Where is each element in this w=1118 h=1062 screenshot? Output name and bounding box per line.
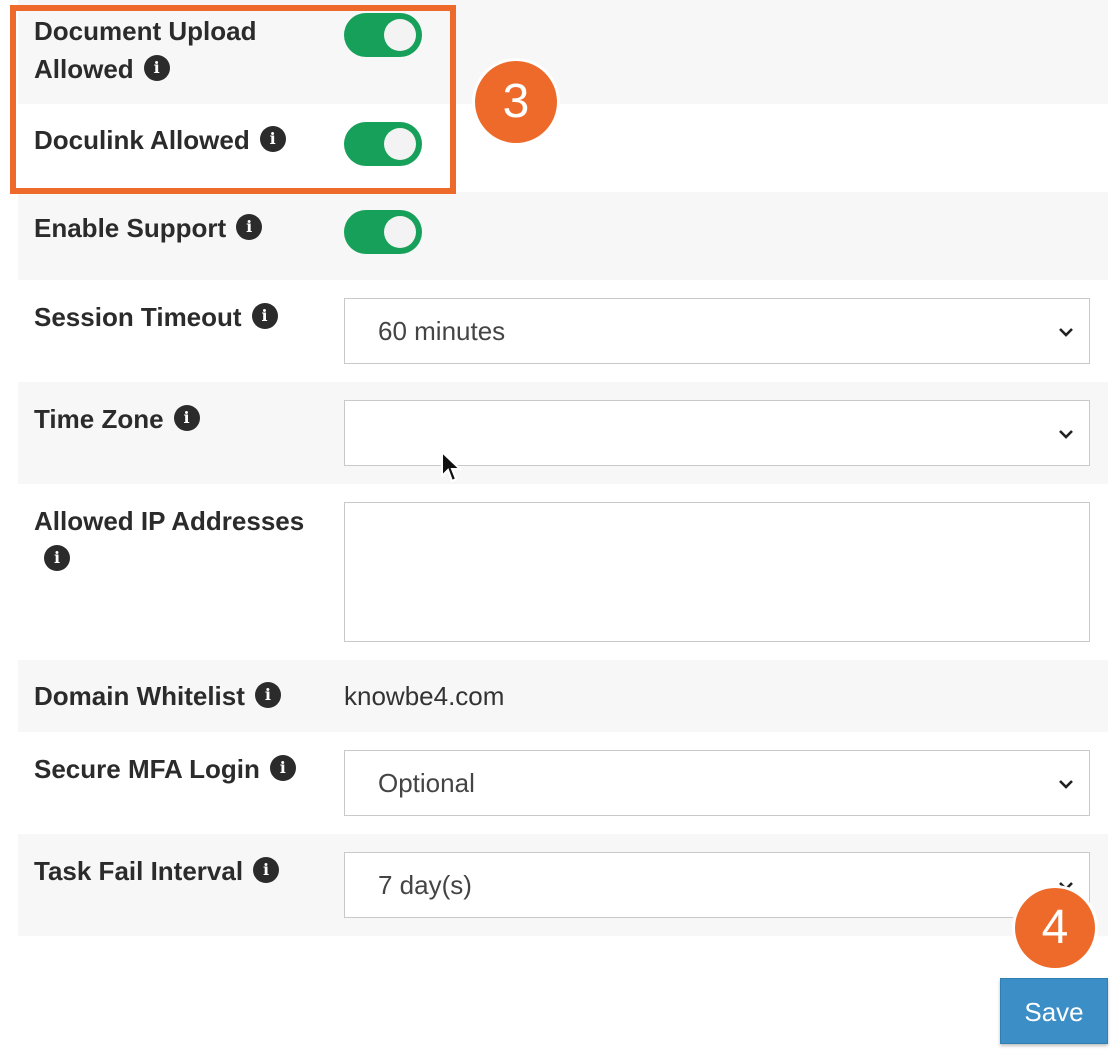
setting-label: Session Timeout i xyxy=(34,298,278,336)
step-badge-4: 4 xyxy=(1015,888,1095,968)
setting-row-task-fail-interval: Task Fail Interval i 7 day(s) xyxy=(18,834,1108,936)
info-icon[interactable]: i xyxy=(259,126,286,153)
domain-whitelist-value: knowbe4.com xyxy=(344,681,505,711)
save-button[interactable]: Save xyxy=(1000,978,1108,1044)
info-icon[interactable]: i xyxy=(173,405,200,432)
setting-label: Enable Support i xyxy=(34,209,263,247)
info-icon[interactable]: i xyxy=(254,682,281,709)
secure-mfa-value: Optional xyxy=(378,768,475,798)
info-icon[interactable]: i xyxy=(236,214,263,241)
document-upload-toggle[interactable] xyxy=(344,13,422,57)
toggle-knob xyxy=(384,128,416,160)
info-icon[interactable]: i xyxy=(253,857,280,884)
enable-support-toggle[interactable] xyxy=(344,210,422,254)
info-icon[interactable]: i xyxy=(143,55,170,82)
setting-label: Document Upload Allowed i xyxy=(34,16,257,84)
info-icon[interactable]: i xyxy=(251,303,278,330)
setting-row-secure-mfa: Secure MFA Login i Optional xyxy=(18,732,1108,834)
step-badge-3: 3 xyxy=(475,61,557,143)
chevron-down-icon xyxy=(1059,430,1073,439)
info-icon[interactable]: i xyxy=(44,545,70,572)
setting-row-allowed-ip: Allowed IP Addresses i xyxy=(18,484,1108,660)
setting-row-document-upload: Document Upload Allowed i xyxy=(18,0,1108,104)
session-timeout-select[interactable]: 60 minutes xyxy=(344,298,1090,364)
setting-label: Domain Whitelist i xyxy=(34,677,281,715)
chevron-down-icon xyxy=(1059,780,1073,789)
allowed-ip-textarea[interactable] xyxy=(344,502,1090,642)
doculink-toggle[interactable] xyxy=(344,122,422,166)
toggle-knob xyxy=(384,216,416,248)
mouse-pointer-icon xyxy=(441,450,462,483)
task-fail-interval-select[interactable]: 7 day(s) xyxy=(344,852,1090,918)
setting-label: Allowed IP Addresses i xyxy=(34,502,304,578)
setting-label: Task Fail Interval i xyxy=(34,852,280,890)
setting-row-enable-support: Enable Support i xyxy=(18,192,1108,280)
setting-row-time-zone: Time Zone i xyxy=(18,382,1108,484)
task-fail-interval-value: 7 day(s) xyxy=(378,870,472,900)
setting-row-doculink: Doculink Allowed i xyxy=(18,104,1108,192)
setting-row-domain-whitelist: Domain Whitelist i knowbe4.com xyxy=(18,660,1108,732)
toggle-knob xyxy=(384,19,416,51)
secure-mfa-select[interactable]: Optional xyxy=(344,750,1090,816)
session-timeout-value: 60 minutes xyxy=(378,316,506,346)
setting-label: Secure MFA Login i xyxy=(34,750,296,788)
setting-label: Doculink Allowed i xyxy=(34,121,286,159)
setting-row-session-timeout: Session Timeout i 60 minutes xyxy=(18,280,1108,382)
info-icon[interactable]: i xyxy=(269,755,296,782)
chevron-down-icon xyxy=(1059,328,1073,337)
setting-label: Time Zone i xyxy=(34,400,200,438)
